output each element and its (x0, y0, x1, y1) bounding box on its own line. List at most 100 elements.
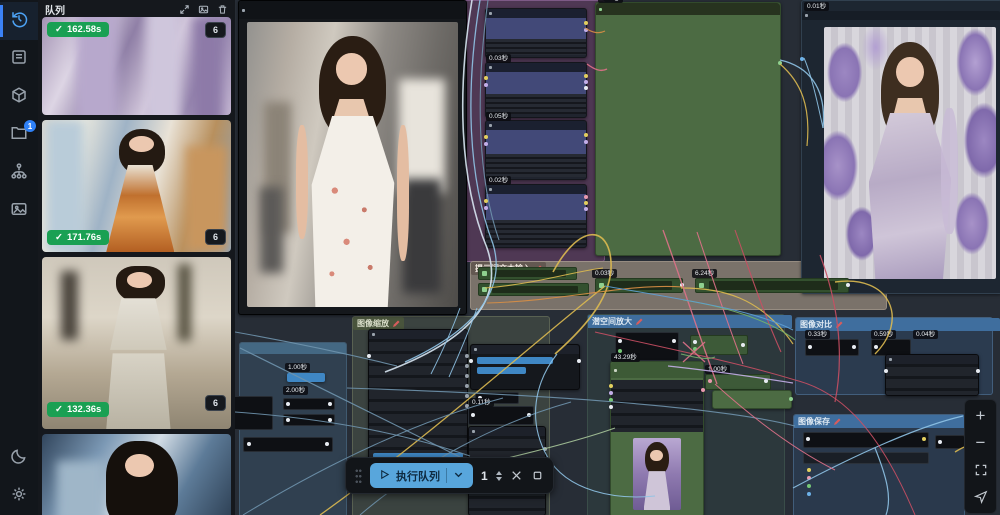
save-node-2[interactable] (935, 435, 965, 449)
sidebar-item-theme-toggle[interactable] (0, 439, 38, 477)
comfyui-app: 1 队列 (0, 0, 1000, 515)
edit-pencil-icon[interactable] (392, 320, 400, 328)
stop-icon[interactable] (531, 469, 544, 482)
edit-pencil-icon[interactable] (835, 321, 843, 329)
sidebar-item-settings[interactable] (0, 477, 38, 515)
preview-image-street (247, 22, 458, 307)
toolbar-drag-handle[interactable] (355, 468, 362, 484)
queue-item-1[interactable]: ✓ 162.58s 6 (42, 17, 231, 115)
node-time-tag: 1.00秒 (285, 363, 310, 372)
expand-icon[interactable] (179, 4, 190, 15)
queue-panel: 队列 ✓ 162.58s 6 (38, 0, 235, 515)
queue-duration-badge: ✓ 132.36s (47, 402, 109, 417)
preview-node-wisteria[interactable]: 0.01秒 (801, 0, 1000, 294)
node-time-tag: 1.00秒 (705, 365, 730, 374)
check-icon: ✓ (55, 404, 63, 415)
edit-pencil-icon[interactable] (635, 318, 643, 326)
compare-node-3[interactable] (885, 354, 979, 396)
group-blue-br-title[interactable]: 图像保存 (794, 415, 972, 428)
queue-item-2[interactable]: ✓ 171.76s 6 (42, 120, 231, 252)
sidebar-item-gallery[interactable] (0, 192, 38, 230)
small-node-1[interactable] (283, 398, 335, 410)
stepper-down-icon[interactable] (496, 477, 502, 481)
prompt-text-node-1[interactable] (478, 267, 577, 280)
sidebar-item-model-library[interactable] (0, 78, 38, 116)
canvas-zoom-toolbar: + − (964, 399, 997, 514)
trash-icon[interactable] (217, 4, 228, 15)
cancel-run-icon[interactable] (510, 469, 523, 482)
batch-count-value[interactable]: 1 (481, 469, 488, 483)
button-divider (446, 468, 447, 483)
queue-gallery-icon[interactable] (198, 4, 209, 15)
node-time-tag: 2.00秒 (283, 386, 308, 395)
small-node-4[interactable]: 0.11秒 (468, 406, 534, 425)
vae-node[interactable] (690, 335, 748, 355)
queue-item-3[interactable]: ✓ 132.36s 6 (42, 257, 231, 429)
batch-count-stepper[interactable] (496, 471, 502, 481)
small-node-2[interactable] (283, 414, 335, 426)
fit-view-button[interactable] (969, 458, 993, 482)
group-teal-titlebar[interactable] (240, 343, 346, 354)
node-time-tag: 0.59秒 (871, 330, 896, 339)
node-time-tag: 0.04秒 (913, 330, 938, 339)
prompt-text-node-2[interactable] (478, 283, 589, 296)
group-blue-bottom-right[interactable]: 图像保存 (793, 414, 965, 515)
queue-title: 队列 (45, 2, 171, 17)
history-icon (10, 10, 28, 33)
queue-batch-badge: 6 (205, 229, 226, 245)
sidebar-item-node-library[interactable] (0, 40, 38, 78)
settings-gear-icon (10, 485, 28, 508)
stepper-up-icon[interactable] (496, 471, 502, 475)
model-library-cube-icon (10, 86, 28, 109)
theme-moon-icon (10, 447, 28, 470)
widget-bar-2[interactable] (477, 367, 526, 374)
node-time-tag: 6.00秒 (598, 0, 623, 3)
scale-node[interactable] (705, 374, 771, 390)
zoom-in-button[interactable]: + (969, 404, 993, 428)
list-node-large[interactable] (368, 329, 468, 465)
zoom-out-button[interactable]: − (969, 431, 993, 455)
node-time-tag: 0.05秒 (486, 112, 511, 121)
green-wide-node[interactable] (712, 390, 792, 409)
small-node-edge[interactable] (235, 396, 273, 430)
sidebar-item-workflows[interactable]: 1 (0, 116, 38, 154)
conditioning-node-4[interactable]: 0.02秒 (485, 184, 587, 248)
conditioning-node-2[interactable]: 0.03秒 (485, 62, 587, 118)
widget-bar-1[interactable] (477, 357, 553, 364)
execute-toolbar: 执行队列 1 (345, 457, 554, 494)
prompt-text-node-3[interactable]: 0.03秒 (595, 278, 683, 293)
run-queue-button[interactable]: 执行队列 (370, 463, 473, 488)
node-library-icon (10, 48, 28, 71)
check-icon: ✓ (55, 24, 63, 35)
queue-header: 队列 (38, 0, 235, 17)
node-time-tag: 0.01秒 (804, 2, 829, 11)
edit-pencil-icon[interactable] (833, 418, 841, 426)
pan-mode-button[interactable] (969, 485, 993, 509)
queue-batch-badge: 6 (205, 22, 226, 38)
preview-node-street[interactable] (238, 0, 467, 315)
combo-widget-blue[interactable] (287, 373, 325, 382)
group-blue-center-title[interactable]: 潜空间放大 (588, 315, 792, 328)
chevron-down-icon[interactable] (453, 469, 464, 483)
ksampler-preview-thumb (633, 438, 681, 510)
queue-item-4[interactable] (42, 434, 231, 515)
upscale-node[interactable] (470, 344, 580, 390)
node-time-tag: 0.03秒 (592, 269, 617, 278)
sidebar-item-queue-history[interactable] (0, 2, 38, 40)
ksampler-node[interactable]: 43.29秒 (610, 361, 704, 515)
conditioning-node-1[interactable] (485, 8, 587, 58)
small-node-wide[interactable] (243, 437, 333, 452)
node-time-tag: 43.29秒 (611, 353, 640, 362)
lavender-dress (869, 113, 952, 279)
prompt-text-node-4[interactable]: 6.24秒 (695, 278, 849, 293)
node-graph-canvas[interactable]: 提示词文本输入 图像缩放 潜空间放大 图像对比 图像保存 (235, 0, 1000, 515)
save-node-1[interactable] (803, 432, 929, 448)
sidebar-item-node-map[interactable] (0, 154, 38, 192)
save-node-3[interactable] (803, 452, 929, 464)
note-node-green[interactable]: 6.00秒 (595, 2, 781, 256)
node-map-icon (10, 162, 28, 185)
compare-node-1[interactable] (805, 339, 859, 356)
play-icon (379, 469, 390, 483)
preview-node-header[interactable] (239, 1, 466, 19)
conditioning-node-3[interactable]: 0.05秒 (485, 120, 587, 180)
